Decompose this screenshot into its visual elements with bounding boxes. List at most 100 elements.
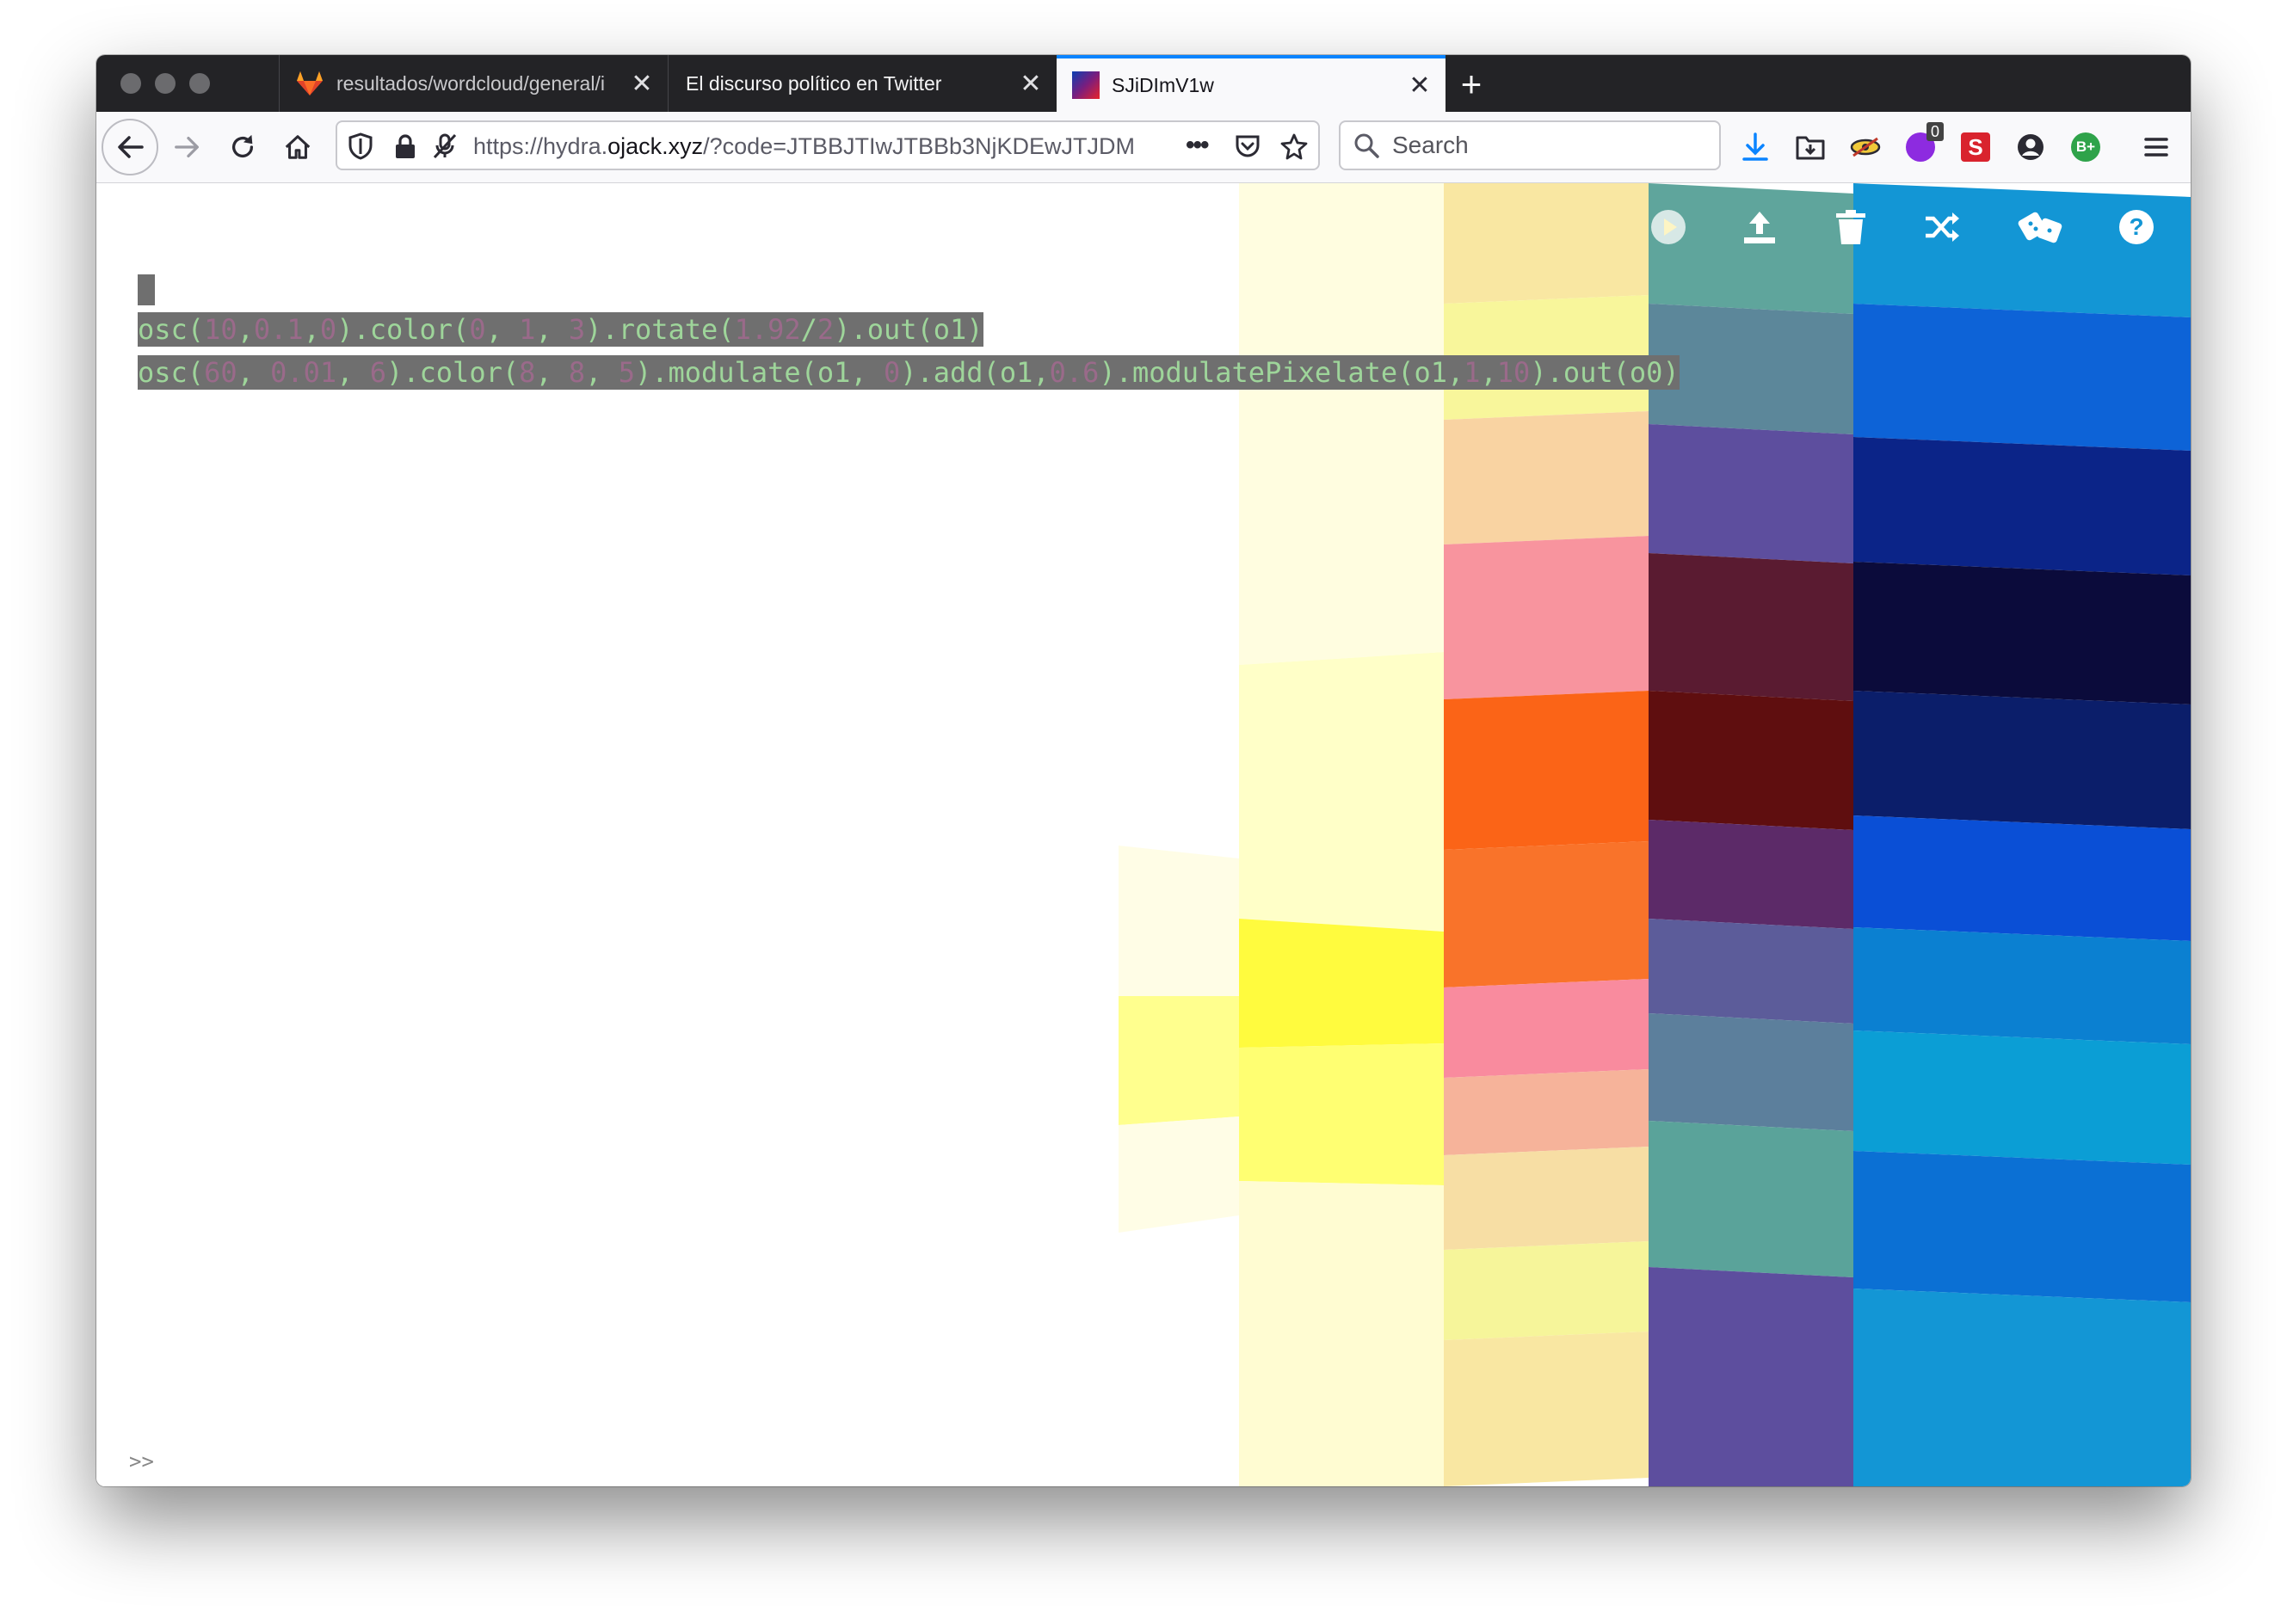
home-button[interactable] xyxy=(272,121,324,173)
visual-band xyxy=(1853,304,2191,451)
tab-gitlab[interactable]: resultados/wordcloud/general/i ✕ xyxy=(279,55,668,112)
permissions-icon[interactable] xyxy=(432,132,458,164)
home-icon xyxy=(285,135,311,159)
code-token: , xyxy=(237,356,271,389)
visual-band xyxy=(1853,437,2191,575)
visual-band xyxy=(1444,1241,1649,1340)
visual-band xyxy=(1444,1147,1649,1250)
svg-text:?: ? xyxy=(2129,213,2143,240)
code-line-2[interactable]: osc(60, 0.01, 6).color(8, 8, 5).modulate… xyxy=(138,355,1680,390)
extension-badge-icon: 0 xyxy=(1906,122,1944,162)
extension-s-button[interactable]: S xyxy=(1950,121,2001,173)
code-number-token: 0.01 xyxy=(270,356,337,389)
code-line-1[interactable]: osc(10,0.1,0).color(0, 1, 3).rotate(1.92… xyxy=(138,312,983,347)
star-icon[interactable] xyxy=(1280,132,1308,164)
back-arrow-icon xyxy=(118,136,144,158)
code-number-token: 6 xyxy=(369,356,386,389)
visual-band xyxy=(1649,691,1853,830)
code-token: ( xyxy=(187,356,205,389)
back-button[interactable] xyxy=(102,119,158,175)
more-icon[interactable]: ••• xyxy=(1186,131,1209,160)
extension-badge-button[interactable]: 0 xyxy=(1895,121,1946,173)
extension-eye-button[interactable] xyxy=(1840,121,1891,173)
library-button[interactable] xyxy=(1785,121,1836,173)
reload-icon xyxy=(231,134,254,158)
close-tab-icon[interactable]: ✕ xyxy=(1014,69,1048,99)
code-token: , xyxy=(303,313,320,346)
search-bar[interactable]: Search xyxy=(1339,120,1721,170)
visual-band xyxy=(1649,183,1853,314)
code-number-token: 0.1 xyxy=(253,313,304,346)
code-number-token: 5 xyxy=(618,356,635,389)
downloads-button[interactable] xyxy=(1729,121,1781,173)
shield-icon[interactable] xyxy=(348,132,373,164)
code-number-token: 1 xyxy=(1464,356,1481,389)
code-token: ( xyxy=(187,313,205,346)
menu-button[interactable] xyxy=(2130,121,2182,173)
help-icon[interactable]: ? xyxy=(2115,206,2158,249)
visual-band xyxy=(1649,1013,1853,1131)
code-token: , xyxy=(1480,356,1497,389)
library-icon xyxy=(1796,136,1825,160)
visual-band xyxy=(1239,652,1444,932)
visual-band xyxy=(1649,919,1853,1024)
download-icon xyxy=(1742,132,1768,161)
code-number-token: 10 xyxy=(1496,356,1531,389)
gitlab-icon xyxy=(295,69,324,98)
account-icon xyxy=(2018,134,2044,160)
tab-twitter[interactable]: El discurso político en Twitter ✕ xyxy=(668,55,1057,112)
tab-title: El discurso político en Twitter xyxy=(686,71,942,95)
account-button[interactable] xyxy=(2005,121,2056,173)
zoom-window-button[interactable] xyxy=(189,73,210,94)
search-placeholder: Search xyxy=(1392,132,1469,158)
shuffle-icon[interactable] xyxy=(1920,206,1963,249)
lock-icon[interactable] xyxy=(394,133,416,163)
visual-band xyxy=(1239,1043,1444,1185)
visual-band xyxy=(1444,979,1649,1078)
url-text[interactable]: https://hydra.ojack.xyz/?code=JTBBJTIwJT… xyxy=(473,122,1170,170)
extension-badge-count: 0 xyxy=(1926,122,1944,141)
code-number-token: 0 xyxy=(469,313,486,346)
dice-icon[interactable] xyxy=(2015,206,2067,249)
visual-band xyxy=(1853,183,2191,317)
url-bar[interactable]: https://hydra.ojack.xyz/?code=JTBBJTIwJT… xyxy=(336,120,1320,170)
code-token: ).rotate( xyxy=(585,313,735,346)
code-number-token: 8 xyxy=(519,356,536,389)
extension-b-icon: B+ xyxy=(2071,132,2100,162)
tab-hydra[interactable]: SJiDImV1w ✕ xyxy=(1057,55,1446,112)
upload-icon[interactable] xyxy=(1738,206,1781,249)
close-tab-icon[interactable]: ✕ xyxy=(625,69,659,99)
new-tab-button[interactable]: + xyxy=(1447,60,1495,108)
forward-button[interactable] xyxy=(162,121,213,173)
code-token: , xyxy=(535,356,569,389)
code-token: , xyxy=(585,356,619,389)
visual-band xyxy=(1239,919,1444,1048)
code-editor[interactable]: osc(10,0.1,0).color(0, 1, 3).rotate(1.92… xyxy=(138,312,1680,398)
hydra-page: osc(10,0.1,0).color(0, 1, 3).rotate(1.92… xyxy=(96,183,2191,1486)
code-token: , xyxy=(535,313,569,346)
extension-b-button[interactable]: B+ xyxy=(2060,121,2111,173)
tab-title: resultados/wordcloud/general/i xyxy=(336,71,605,95)
visual-band xyxy=(1444,183,1649,304)
run-icon[interactable] xyxy=(1647,206,1690,249)
browser-window: resultados/wordcloud/general/i ✕ El disc… xyxy=(96,55,2191,1486)
close-window-button[interactable] xyxy=(120,73,141,94)
visual-band xyxy=(1239,1181,1444,1486)
visual-band xyxy=(1239,183,1444,665)
close-tab-icon[interactable]: ✕ xyxy=(1402,71,1437,101)
pocket-icon[interactable] xyxy=(1234,132,1261,164)
trash-icon[interactable] xyxy=(1829,206,1872,249)
minimize-window-button[interactable] xyxy=(155,73,176,94)
text-cursor xyxy=(138,274,155,305)
visual-band xyxy=(1119,846,1239,996)
visual-band xyxy=(1853,691,2191,829)
extension-eye-icon xyxy=(1850,137,1881,157)
code-token: osc xyxy=(138,356,188,389)
code-token: , xyxy=(237,313,254,346)
reload-button[interactable] xyxy=(217,121,268,173)
visual-band xyxy=(1853,927,2191,1044)
visual-band xyxy=(1853,1289,2191,1486)
visual-band xyxy=(1444,411,1649,544)
code-number-token: 1 xyxy=(519,313,536,346)
visual-band xyxy=(1649,424,1853,563)
